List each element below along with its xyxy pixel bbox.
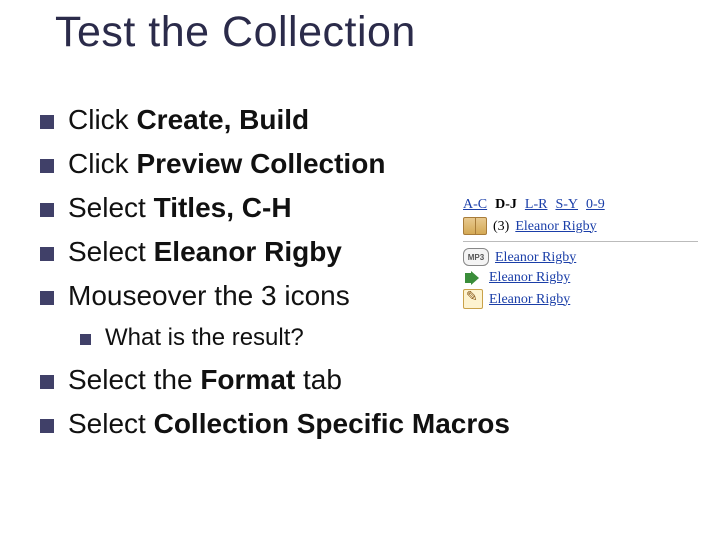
result-title-link[interactable]: Eleanor Rigby <box>489 291 570 308</box>
bullet-text: Click Create, Build <box>68 100 309 140</box>
bold-text: Preview Collection <box>136 148 385 179</box>
bullet-item: Click Create, Build <box>40 100 700 140</box>
text: Click <box>68 104 136 135</box>
bold-text: Create, Build <box>136 104 309 135</box>
bullet-text: Mouseover the 3 icons <box>68 276 350 316</box>
tab-s-y[interactable]: S-Y <box>555 196 578 213</box>
bold-text: Format <box>200 364 295 395</box>
bullet-text: Select Eleanor Rigby <box>68 232 342 272</box>
bullet-text: Select the Format tab <box>68 360 342 400</box>
square-bullet-icon <box>40 419 54 433</box>
bullet-item: Select the Format tab <box>40 360 700 400</box>
bold-text: Eleanor Rigby <box>154 236 342 267</box>
tab-l-r[interactable]: L-R <box>525 196 548 213</box>
text: Select <box>68 236 154 267</box>
slide: Test the Collection Click Create, Build … <box>0 0 720 540</box>
tab-0-9[interactable]: 0-9 <box>586 196 605 213</box>
icon-row: MP3 Eleanor Rigby <box>463 248 698 266</box>
square-bullet-icon <box>40 291 54 305</box>
note-icon[interactable] <box>463 289 483 309</box>
result-title-link[interactable]: Eleanor Rigby <box>515 218 596 235</box>
bullet-text: Click Preview Collection <box>68 144 385 184</box>
sub-bullet-item: What is the result? <box>40 320 700 356</box>
result-index: (3) <box>493 218 509 235</box>
square-bullet-icon <box>40 115 54 129</box>
bold-text: Collection Specific Macros <box>154 408 510 439</box>
result-entry: (3) Eleanor Rigby <box>463 217 698 235</box>
bold-text: Titles, C-H <box>154 192 292 223</box>
square-bullet-icon <box>80 334 91 345</box>
text: Select the <box>68 364 200 395</box>
icon-row: Eleanor Rigby <box>463 289 698 309</box>
text: tab <box>295 364 342 395</box>
tab-d-j[interactable]: D-J <box>495 196 517 213</box>
result-title-link[interactable]: Eleanor Rigby <box>489 269 570 286</box>
text: Select <box>68 408 154 439</box>
slide-title: Test the Collection <box>55 8 416 57</box>
mp3-icon[interactable]: MP3 <box>463 248 489 266</box>
square-bullet-icon <box>40 203 54 217</box>
alpha-tabs: A-C D-J L-R S-Y 0-9 <box>463 196 698 213</box>
bullet-text: Select Titles, C-H <box>68 188 292 228</box>
tab-a-c[interactable]: A-C <box>463 196 487 213</box>
divider <box>463 241 698 242</box>
speaker-icon[interactable] <box>463 270 483 286</box>
bullet-item: Click Preview Collection <box>40 144 700 184</box>
bullet-item: Select Collection Specific Macros <box>40 404 700 444</box>
square-bullet-icon <box>40 159 54 173</box>
text: Select <box>68 192 154 223</box>
bullet-text: Select Collection Specific Macros <box>68 404 510 444</box>
result-title-link[interactable]: Eleanor Rigby <box>495 249 576 266</box>
square-bullet-icon <box>40 375 54 389</box>
bullet-text: What is the result? <box>105 320 304 356</box>
embedded-preview: A-C D-J L-R S-Y 0-9 (3) Eleanor Rigby MP… <box>463 196 698 312</box>
bookshelf-icon[interactable] <box>463 217 487 235</box>
square-bullet-icon <box>40 247 54 261</box>
text: Click <box>68 148 136 179</box>
icon-row: Eleanor Rigby <box>463 269 698 286</box>
